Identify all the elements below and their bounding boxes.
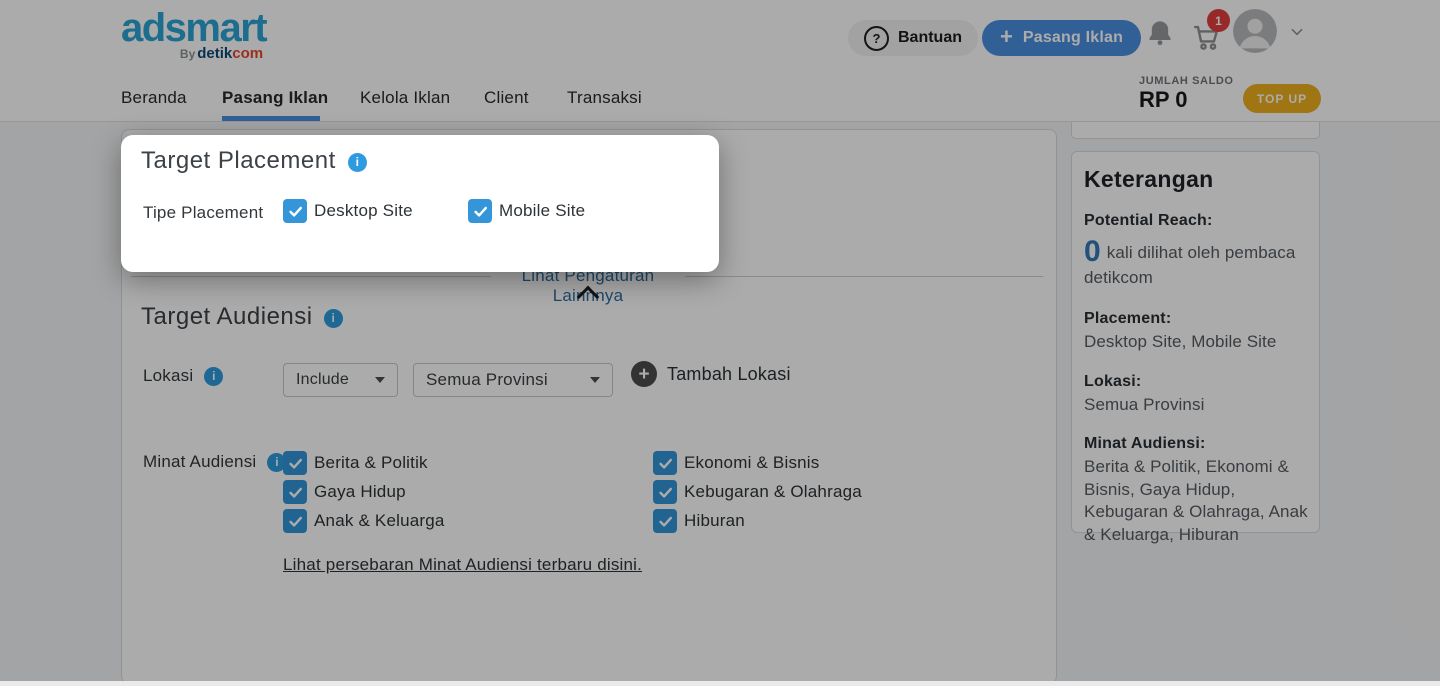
- bottom-strip: [0, 681, 1440, 686]
- tipe-placement-label: Tipe Placement: [143, 203, 264, 222]
- target-placement-popup: Target Placement Tipe Placement Desktop …: [121, 135, 719, 272]
- dim-overlay: [0, 0, 1440, 686]
- placement-option: Desktop Site: [283, 199, 413, 223]
- target-placement-header: Target Placement: [141, 149, 367, 173]
- placement-option: Mobile Site: [468, 199, 585, 223]
- checkbox-desktop-site[interactable]: [283, 199, 307, 223]
- target-placement-title: Target Placement: [141, 147, 336, 174]
- checkbox-mobile-site[interactable]: [468, 199, 492, 223]
- info-icon[interactable]: [347, 152, 367, 172]
